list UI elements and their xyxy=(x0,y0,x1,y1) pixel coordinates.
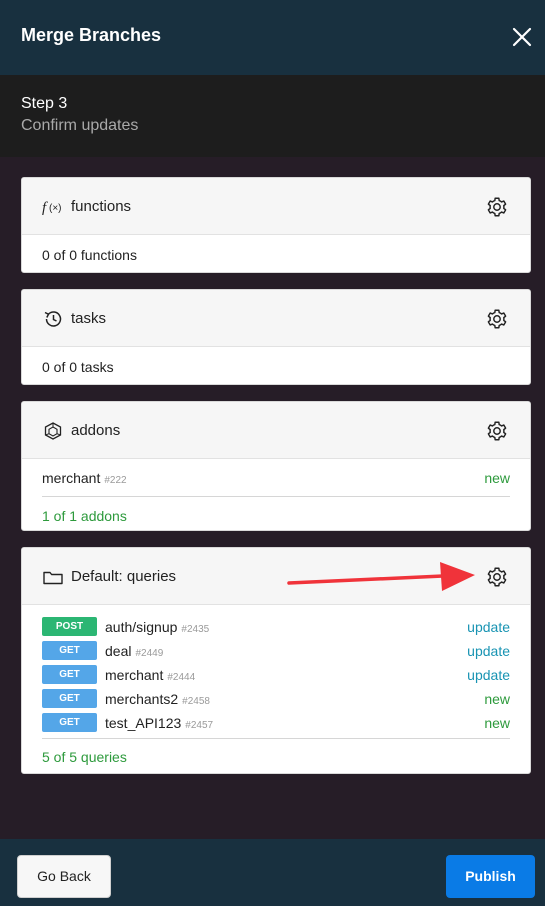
queries-summary: 5 of 5 queries xyxy=(42,749,127,765)
addons-card-header: addons xyxy=(22,402,530,459)
list-item: GET merchants2 #2458 new xyxy=(42,688,510,712)
method-badge: GET xyxy=(42,713,97,732)
functions-card-header: f (×) functions xyxy=(22,178,530,235)
modal-footer: Go Back Publish xyxy=(0,839,545,906)
list-item: POST auth/signup #2435 update xyxy=(42,616,510,640)
status-label: new xyxy=(484,715,510,731)
list-item: GET merchant #2444 update xyxy=(42,664,510,688)
status-label: update xyxy=(467,643,510,659)
tasks-card-header: tasks xyxy=(22,290,530,347)
fx-icon: f (×) xyxy=(42,200,62,216)
addons-title: addons xyxy=(71,422,121,439)
status-label: new xyxy=(484,691,510,707)
list-item: merchant #222 new xyxy=(42,467,510,491)
modal-header: Merge Branches xyxy=(0,0,545,75)
list-item: GET deal #2449 update xyxy=(42,640,510,664)
method-badge: GET xyxy=(42,641,97,660)
gear-icon[interactable] xyxy=(486,196,508,218)
addon-id: #222 xyxy=(104,475,127,486)
query-id: #2458 xyxy=(182,696,210,707)
tasks-summary: 0 of 0 tasks xyxy=(42,359,114,375)
tasks-title: tasks xyxy=(71,310,107,327)
step-label: Step 3 xyxy=(21,95,68,112)
list-item: GET test_API123 #2457 new xyxy=(42,712,510,736)
modal-title: Merge Branches xyxy=(21,25,162,45)
query-id: #2457 xyxy=(185,720,214,731)
folder-icon xyxy=(43,571,63,585)
status-label: update xyxy=(467,619,510,635)
query-id: #2444 xyxy=(167,672,196,683)
gear-icon[interactable] xyxy=(486,420,508,442)
addons-summary: 1 of 1 addons xyxy=(42,508,127,524)
divider xyxy=(42,738,510,739)
annotation-arrow xyxy=(287,562,475,591)
go-back-button[interactable]: Go Back xyxy=(17,855,111,898)
svg-text:f: f xyxy=(42,200,48,216)
method-badge: GET xyxy=(42,665,97,684)
addons-card: addons merchant #222 new 1 of 1 addons xyxy=(21,401,531,531)
step-subtitle: Confirm updates xyxy=(21,117,139,134)
gear-icon[interactable] xyxy=(486,566,508,588)
query-name: merchants2 #2458 xyxy=(105,691,210,707)
gear-icon[interactable] xyxy=(486,308,508,330)
history-icon xyxy=(44,311,62,327)
divider xyxy=(42,496,510,497)
svg-text:(×): (×) xyxy=(49,203,62,214)
query-id: #2449 xyxy=(135,648,164,659)
addon-name: merchant #222 xyxy=(42,470,127,486)
queries-title: Default: queries xyxy=(71,568,177,585)
addon-icon xyxy=(44,422,62,440)
method-badge: POST xyxy=(42,617,97,636)
status-label: update xyxy=(467,667,510,683)
functions-title: functions xyxy=(71,198,132,215)
publish-button[interactable]: Publish xyxy=(446,855,535,898)
close-icon[interactable] xyxy=(509,24,535,50)
tasks-card: tasks 0 of 0 tasks xyxy=(21,289,531,385)
status-label: new xyxy=(484,470,510,486)
query-name: merchant #2444 xyxy=(105,667,196,683)
query-name: test_API123 #2457 xyxy=(105,715,214,731)
query-name: deal #2449 xyxy=(105,643,164,659)
query-id: #2435 xyxy=(181,624,210,635)
functions-summary: 0 of 0 functions xyxy=(42,247,137,263)
functions-card: f (×) functions 0 of 0 functions xyxy=(21,177,531,273)
query-name: auth/signup #2435 xyxy=(105,619,210,635)
step-bar: Step 3 Confirm updates xyxy=(0,75,545,157)
method-badge: GET xyxy=(42,689,97,708)
